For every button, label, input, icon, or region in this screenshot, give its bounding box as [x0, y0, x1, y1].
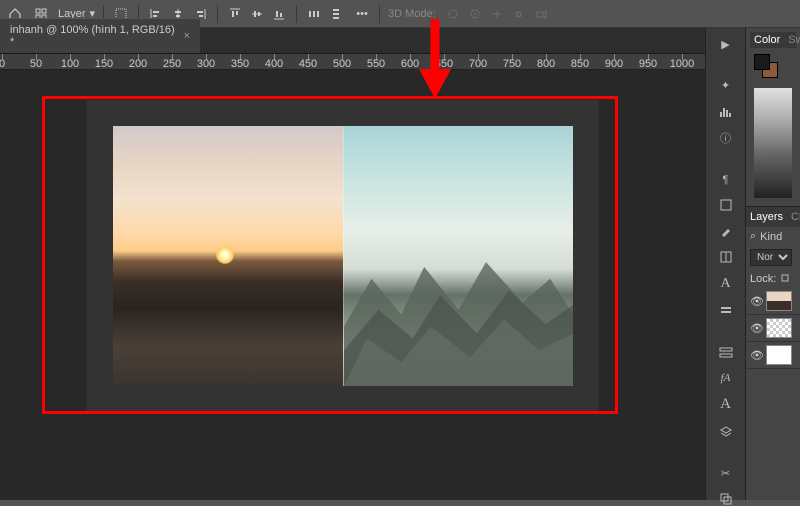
lock-label: Lock:: [750, 273, 776, 285]
align-top-icon[interactable]: [226, 5, 244, 23]
align-v-group: [226, 5, 288, 23]
distribute-group: [305, 5, 345, 23]
annotation-arrow: [405, 14, 465, 107]
glyphs-icon[interactable]: fA: [716, 372, 736, 384]
kind-label: Kind: [760, 231, 782, 243]
document-tab[interactable]: inhanh @ 100% (hình 1, RGB/16) * ×: [0, 18, 200, 53]
clone-icon[interactable]: [716, 492, 736, 506]
layer-row[interactable]: 👁: [746, 315, 800, 342]
type-icon[interactable]: A: [716, 276, 736, 292]
type-panel-icon[interactable]: A: [716, 396, 736, 413]
color-tab[interactable]: Color: [754, 34, 780, 46]
paragraph-icon[interactable]: ¶: [716, 174, 736, 186]
color-swatches: [750, 48, 796, 84]
distribute-h-icon[interactable]: [305, 5, 323, 23]
pan-icon: [466, 5, 484, 23]
adjustments-icon[interactable]: [716, 346, 736, 360]
canvas-area: [0, 70, 705, 500]
color-picker[interactable]: [754, 88, 792, 198]
channels-tab[interactable]: Ch: [791, 211, 800, 223]
document-tabs: inhanh @ 100% (hình 1, RGB/16) * ×: [0, 28, 800, 54]
right-panels: Color Sw Layers Ch ⌕ Kind Normal Lock: 👁: [745, 28, 800, 500]
more-options-icon[interactable]: •••: [353, 5, 371, 23]
sparkle-icon[interactable]: ✦: [716, 79, 736, 92]
scissors-icon[interactable]: ✂: [716, 467, 736, 480]
visibility-icon[interactable]: 👁: [750, 295, 762, 307]
character-icon[interactable]: [716, 198, 736, 212]
layer-thumbnail: [766, 318, 792, 338]
lock-icon[interactable]: [780, 272, 790, 285]
layers-icon[interactable]: [716, 425, 736, 439]
align-bottom-icon[interactable]: [270, 5, 288, 23]
annotation-box: [42, 96, 618, 414]
histogram-icon[interactable]: [716, 104, 736, 118]
blend-mode-dropdown[interactable]: Normal: [750, 249, 792, 266]
layer-thumbnail: [766, 345, 792, 365]
layers-tab[interactable]: Layers: [750, 211, 783, 223]
visibility-icon[interactable]: 👁: [750, 322, 762, 334]
collapsed-panels: ▶ ✦ ⓘ ¶ A fA A ✂: [705, 28, 745, 500]
tab-title: inhanh @ 100% (hình 1, RGB/16) *: [10, 24, 176, 48]
styles-icon[interactable]: [716, 304, 736, 318]
layer-row[interactable]: 👁: [746, 342, 800, 369]
slide-icon: [488, 5, 506, 23]
fg-color[interactable]: [754, 54, 770, 70]
close-icon[interactable]: ×: [184, 30, 190, 42]
visibility-icon[interactable]: 👁: [750, 349, 762, 361]
search-icon[interactable]: ⌕: [750, 230, 756, 243]
layer-row[interactable]: 👁: [746, 288, 800, 315]
play-icon[interactable]: ▶: [716, 38, 736, 51]
color-panel: Color Sw: [746, 28, 800, 206]
brush-icon[interactable]: [716, 224, 736, 238]
swatches-icon[interactable]: [716, 250, 736, 264]
layers-panel: Layers Ch ⌕ Kind Normal Lock: 👁 👁 👁: [746, 206, 800, 369]
distribute-v-icon[interactable]: [327, 5, 345, 23]
align-middle-icon[interactable]: [248, 5, 266, 23]
camera-icon: [532, 5, 550, 23]
layer-thumbnail: [766, 291, 792, 311]
swatches-tab[interactable]: Sw: [788, 34, 800, 46]
info-icon[interactable]: ⓘ: [716, 130, 736, 146]
light-icon: ☼: [510, 5, 528, 23]
horizontal-ruler: 0501001502002503003504004505005506006507…: [0, 54, 800, 70]
